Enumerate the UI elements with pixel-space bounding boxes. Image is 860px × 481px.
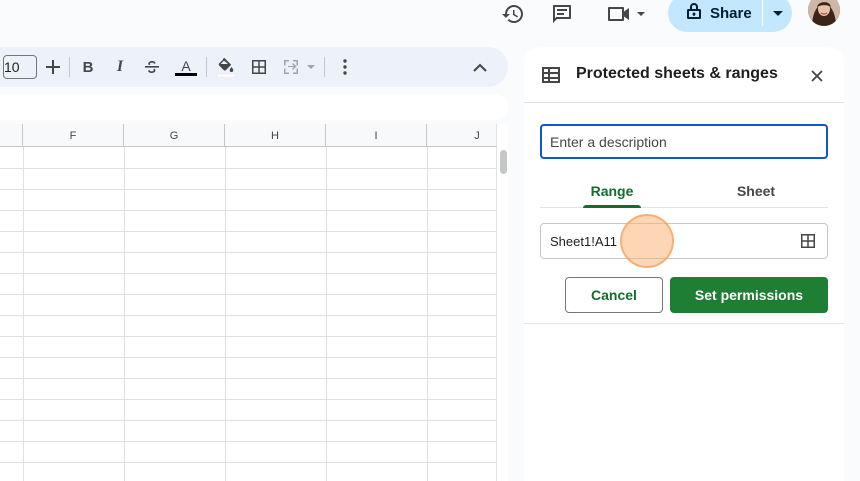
protection-tabs: Range Sheet xyxy=(540,174,828,208)
tab-range[interactable]: Range xyxy=(540,174,684,208)
column-header-i[interactable]: I xyxy=(326,124,427,147)
plus-icon[interactable] xyxy=(42,55,64,79)
share-button[interactable]: Share xyxy=(668,0,792,32)
borders-icon[interactable] xyxy=(248,55,270,79)
row-gridline xyxy=(0,252,496,253)
panel-title: Protected sheets & ranges xyxy=(576,65,778,82)
share-main[interactable]: Share xyxy=(668,0,762,32)
font-size-input[interactable] xyxy=(3,55,37,79)
text-color-swatch xyxy=(175,72,197,76)
panel-divider xyxy=(524,323,844,324)
column-gridline xyxy=(124,147,125,481)
scrollbar-thumb[interactable] xyxy=(500,150,507,174)
row-gridline xyxy=(0,315,496,316)
cancel-button[interactable]: Cancel xyxy=(565,277,663,313)
column-header-h[interactable]: H xyxy=(225,124,326,147)
toolbar-divider xyxy=(206,57,207,77)
row-gridline xyxy=(0,336,496,337)
active-tab-indicator xyxy=(583,205,641,208)
strikethrough-icon[interactable] xyxy=(142,55,162,79)
avatar[interactable] xyxy=(808,0,840,26)
row-gridline xyxy=(0,462,496,463)
fill-color-icon[interactable] xyxy=(214,55,238,79)
spreadsheet-grid[interactable]: F G H I J xyxy=(0,124,496,481)
column-header-g[interactable]: G xyxy=(124,124,225,147)
row-gridline xyxy=(0,189,496,190)
row-gridline xyxy=(0,210,496,211)
collapse-icon[interactable] xyxy=(468,55,492,79)
description-input[interactable] xyxy=(540,124,828,159)
formula-bar[interactable] xyxy=(0,94,508,120)
column-gridline xyxy=(23,147,24,481)
column-header-j[interactable]: J xyxy=(427,124,496,147)
row-gridline xyxy=(0,168,496,169)
column-header-partial[interactable] xyxy=(0,124,23,147)
close-icon[interactable] xyxy=(806,65,828,87)
row-gridline xyxy=(0,441,496,442)
column-header-f[interactable]: F xyxy=(23,124,124,147)
merge-cells-icon[interactable] xyxy=(282,55,318,79)
protected-ranges-panel: Protected sheets & ranges Range Sheet Sh… xyxy=(524,47,844,481)
row-gridline xyxy=(0,231,496,232)
row-gridline xyxy=(0,378,496,379)
click-indicator xyxy=(620,214,674,268)
set-permissions-button[interactable]: Set permissions xyxy=(670,277,828,313)
column-gridline xyxy=(326,147,327,481)
vertical-scrollbar[interactable] xyxy=(496,124,508,481)
row-gridline xyxy=(0,294,496,295)
row-gridline xyxy=(0,420,496,421)
row-gridline xyxy=(0,399,496,400)
comment-icon[interactable] xyxy=(548,0,576,28)
share-label: Share xyxy=(710,4,752,22)
range-value: Sheet1!A11 xyxy=(550,234,617,249)
text-color-icon[interactable]: A xyxy=(174,55,198,79)
lock-icon xyxy=(686,2,702,25)
formatting-toolbar: B I A xyxy=(0,47,508,87)
bold-icon[interactable]: B xyxy=(78,55,98,79)
more-vert-icon[interactable] xyxy=(335,55,355,79)
row-gridline xyxy=(0,273,496,274)
row-gridline xyxy=(0,357,496,358)
tab-sheet[interactable]: Sheet xyxy=(684,174,828,208)
range-input[interactable]: Sheet1!A11 xyxy=(540,223,828,259)
meet-video-icon[interactable] xyxy=(604,0,648,28)
italic-icon[interactable]: I xyxy=(110,55,130,79)
history-icon[interactable] xyxy=(499,0,527,28)
table-icon xyxy=(540,64,562,86)
caret-down-icon xyxy=(772,4,783,22)
panel-header: Protected sheets & ranges xyxy=(524,47,844,103)
column-gridline xyxy=(225,147,226,481)
top-header: Share xyxy=(0,0,860,44)
cell-area[interactable] xyxy=(0,147,496,481)
column-header-row: F G H I J xyxy=(0,124,496,147)
column-gridline xyxy=(427,147,428,481)
share-options-button[interactable] xyxy=(763,0,792,32)
toolbar-divider xyxy=(324,57,325,77)
toolbar-divider xyxy=(69,57,70,77)
select-range-icon[interactable] xyxy=(799,232,819,252)
